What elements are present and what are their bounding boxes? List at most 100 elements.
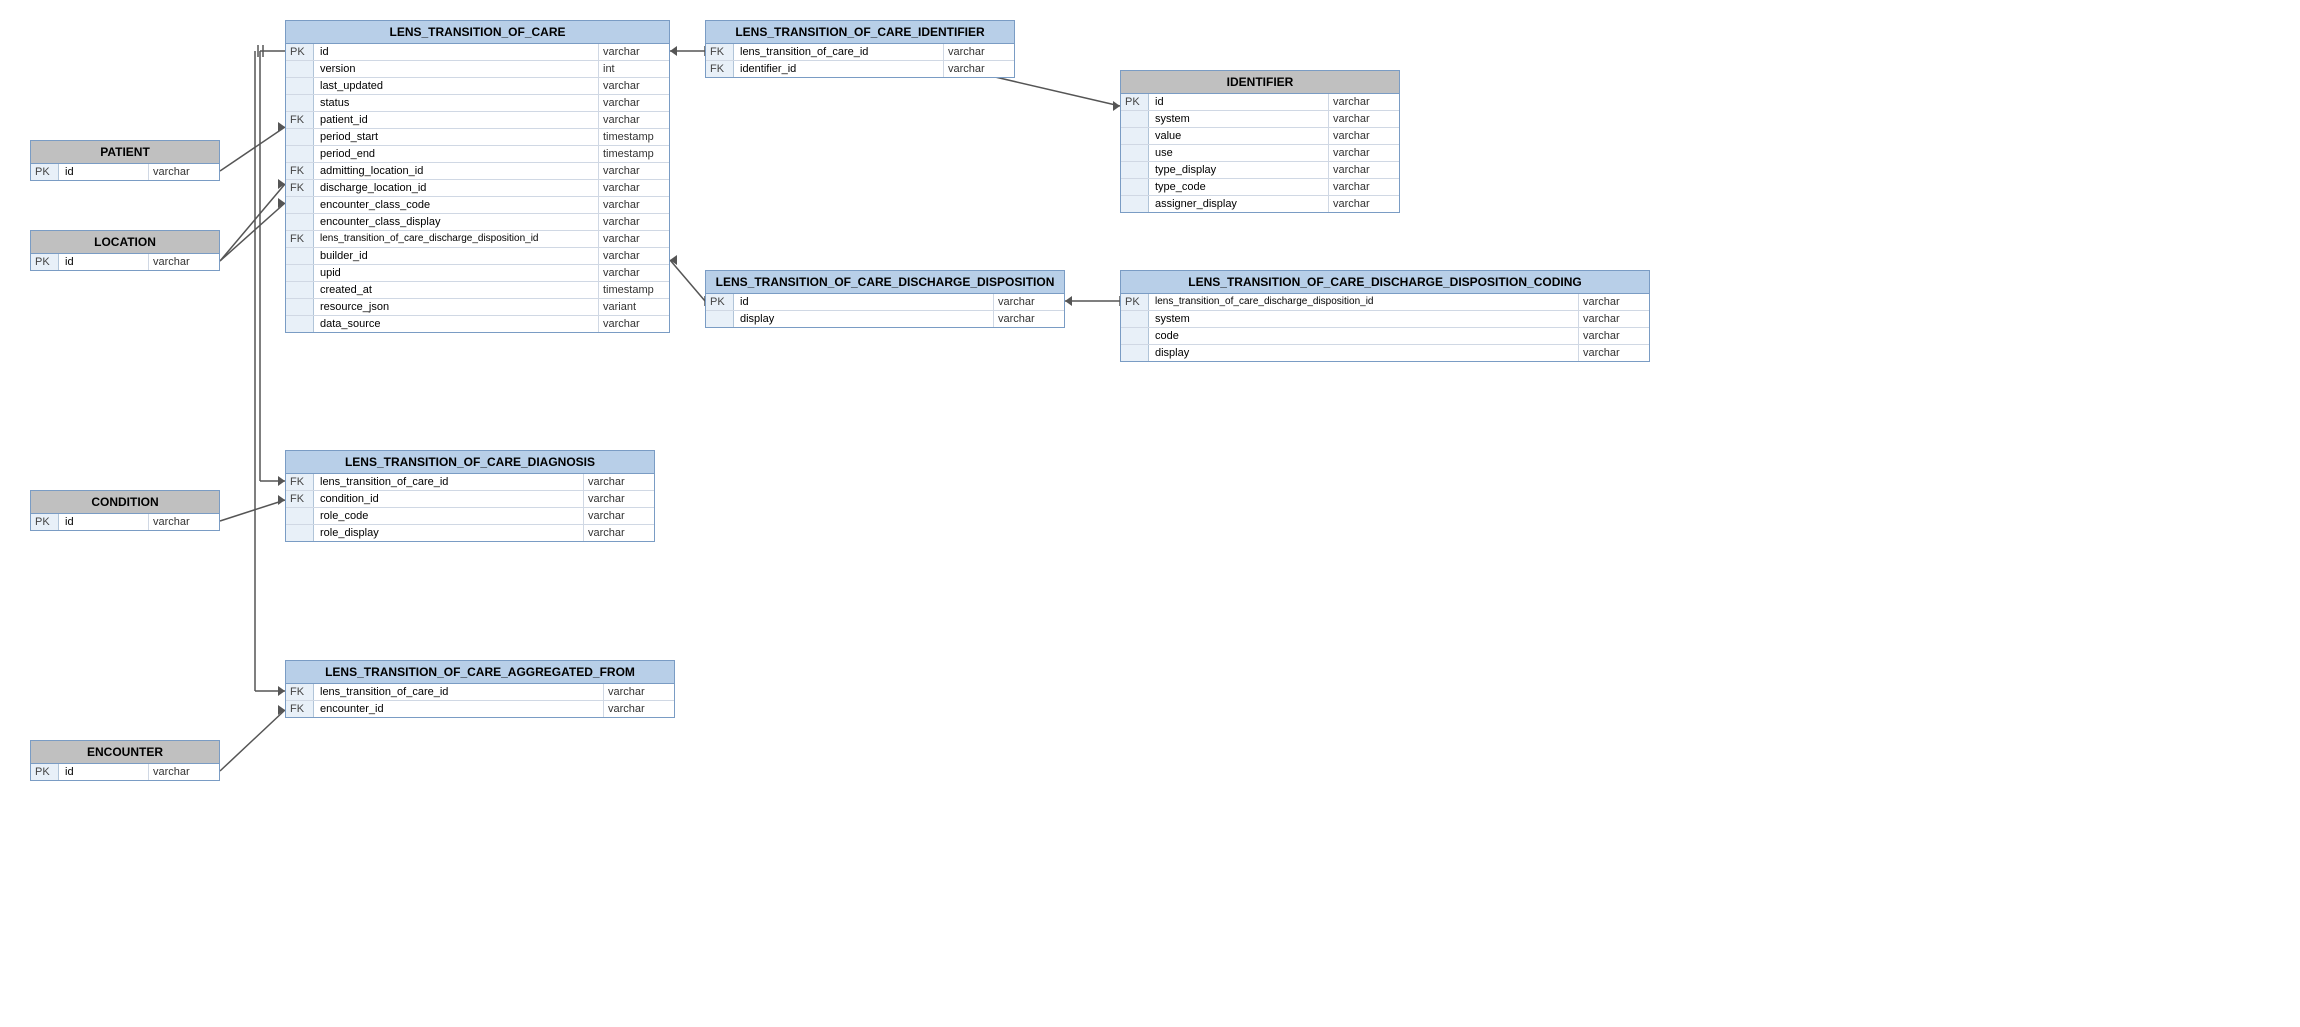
lens-toc-identifier-table: LENS_TRANSITION_OF_CARE_IDENTIFIER FK le… [705,20,1015,78]
cell-name: lens_transition_of_care_discharge_dispos… [314,231,599,247]
cell-name: id [59,764,149,780]
cell-name: id [1149,94,1329,110]
table-row: role_code varchar [286,508,654,525]
cell-name: id [59,164,149,180]
table-row: PK id varchar [31,514,219,530]
cell-type: varchar [149,254,219,270]
cell-type: varchar [599,112,669,128]
cell-type: varchar [149,514,219,530]
cell-key: FK [706,61,734,77]
cell-type: varchar [599,180,669,196]
cell-name: period_start [314,129,599,145]
condition-table-header: CONDITION [31,491,219,514]
table-row: FK lens_transition_of_care_id varchar [286,684,674,701]
cell-key [286,248,314,264]
table-row: PK id varchar [286,44,669,61]
table-row: period_start timestamp [286,129,669,146]
cell-type: int [599,61,669,77]
cell-key [1121,162,1149,178]
cell-name: encounter_id [314,701,604,717]
cell-key: FK [286,163,314,179]
patient-table: PATIENT PK id varchar [30,140,220,181]
cell-name: last_updated [314,78,599,94]
cell-name: system [1149,111,1329,127]
table-row: type_display varchar [1121,162,1399,179]
cell-name: value [1149,128,1329,144]
cell-name: admitting_location_id [314,163,599,179]
cell-key: PK [31,514,59,530]
cell-type: varchar [1329,128,1399,144]
cell-key [286,61,314,77]
cell-type: varchar [584,491,654,507]
table-row: version int [286,61,669,78]
cell-type: varchar [944,44,1014,60]
cell-name: code [1149,328,1579,344]
cell-key [1121,328,1149,344]
identifier-table: IDENTIFIER PK id varchar system varchar … [1120,70,1400,213]
table-row: PK id varchar [706,294,1064,311]
patient-table-header: PATIENT [31,141,219,164]
diagram: PATIENT PK id varchar LOCATION PK id var… [0,0,2300,1027]
table-row: builder_id varchar [286,248,669,265]
cell-type: timestamp [599,146,669,162]
cell-key [1121,196,1149,212]
cell-key [286,316,314,332]
table-row: period_end timestamp [286,146,669,163]
cell-type: varchar [599,95,669,111]
cell-type: varchar [599,248,669,264]
cell-type: varchar [149,164,219,180]
location-table-header: LOCATION [31,231,219,254]
cell-type: varchar [584,474,654,490]
cell-key [1121,345,1149,361]
cell-name: lens_transition_of_care_id [314,684,604,700]
table-row: status varchar [286,95,669,112]
table-row: system varchar [1121,111,1399,128]
cell-type: varchar [1579,294,1649,310]
cell-name: builder_id [314,248,599,264]
cell-key [1121,111,1149,127]
table-row: FK lens_transition_of_care_id varchar [286,474,654,491]
cell-type: varchar [599,163,669,179]
table-row: display varchar [706,311,1064,327]
table-row: PK id varchar [1121,94,1399,111]
table-row: resource_json variant [286,299,669,316]
cell-name: role_code [314,508,584,524]
location-table: LOCATION PK id varchar [30,230,220,271]
cell-type: varchar [1329,94,1399,110]
cell-key: FK [286,180,314,196]
cell-type: varchar [1329,179,1399,195]
cell-type: variant [599,299,669,315]
cell-type: varchar [599,44,669,60]
lens-toc-identifier-header: LENS_TRANSITION_OF_CARE_IDENTIFIER [706,21,1014,44]
cell-type: timestamp [599,129,669,145]
cell-name: assigner_display [1149,196,1329,212]
cell-key [286,214,314,230]
cell-name: lens_transition_of_care_id [734,44,944,60]
cell-key: PK [1121,94,1149,110]
cell-key: PK [286,44,314,60]
table-row: code varchar [1121,328,1649,345]
cell-key: PK [31,254,59,270]
cell-key [286,146,314,162]
cell-type: timestamp [599,282,669,298]
cell-name: created_at [314,282,599,298]
cell-name: period_end [314,146,599,162]
cell-name: condition_id [314,491,584,507]
table-row: use varchar [1121,145,1399,162]
table-row: FK lens_transition_of_care_discharge_dis… [286,231,669,248]
cell-key [1121,128,1149,144]
identifier-header: IDENTIFIER [1121,71,1399,94]
encounter-table-header: ENCOUNTER [31,741,219,764]
cell-type: varchar [1579,328,1649,344]
cell-type: varchar [1329,196,1399,212]
cell-type: varchar [604,684,674,700]
table-row: data_source varchar [286,316,669,332]
cell-type: varchar [599,78,669,94]
lens-toc-dd-table: LENS_TRANSITION_OF_CARE_DISCHARGE_DISPOS… [705,270,1065,328]
cell-type: varchar [1329,162,1399,178]
cell-name: version [314,61,599,77]
table-row: created_at timestamp [286,282,669,299]
cell-name: data_source [314,316,599,332]
cell-name: encounter_class_display [314,214,599,230]
cell-type: varchar [584,508,654,524]
